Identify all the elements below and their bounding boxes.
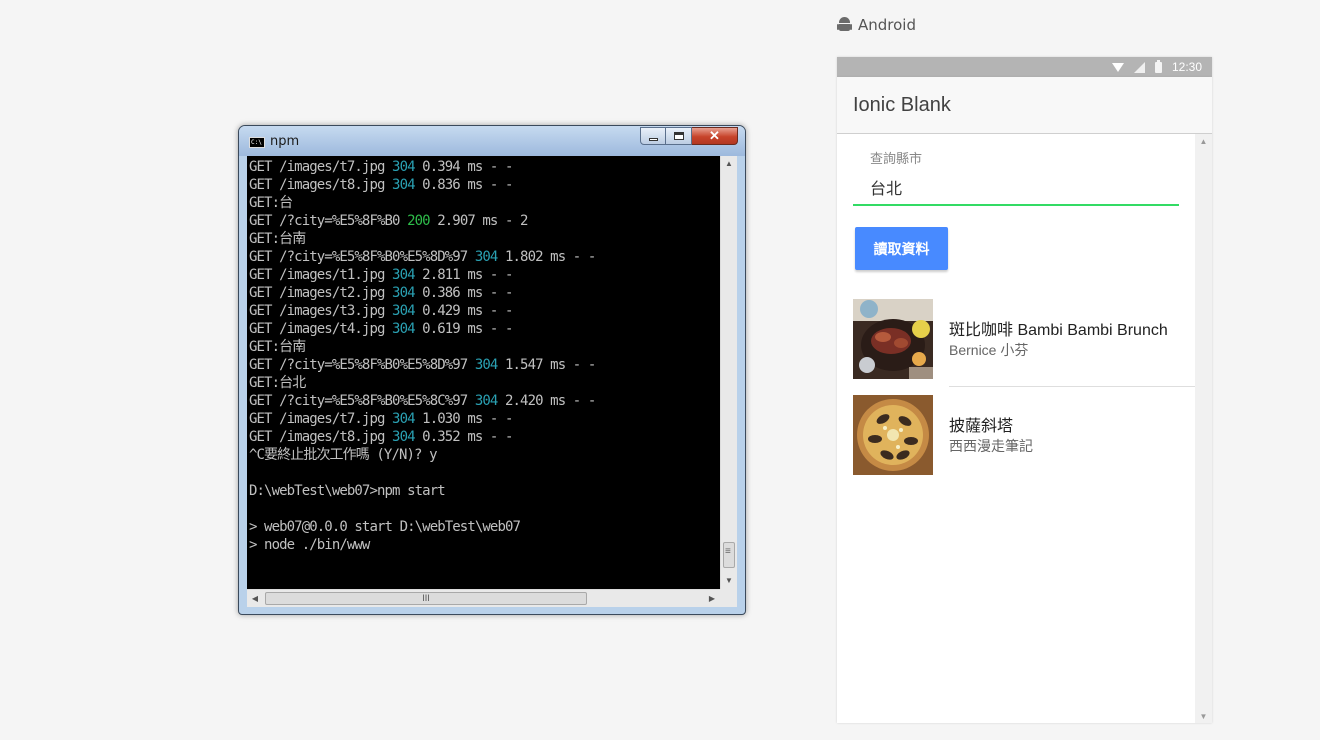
- status-code: 304: [474, 249, 498, 265]
- close-button[interactable]: ✕: [692, 127, 738, 145]
- wifi-icon: [1111, 62, 1124, 72]
- console-window[interactable]: C:\ npm ✕ GET /images/t7.jpg 304 0.394 m…: [238, 125, 746, 615]
- console-title: npm: [270, 134, 300, 149]
- status-code: 304: [392, 159, 415, 175]
- status-code: 200: [407, 213, 430, 229]
- console-line: GET /?city=%E5%8F%B0%E5%8D%97 304 1.802 …: [249, 249, 596, 265]
- close-icon: ✕: [709, 128, 720, 143]
- status-code: 304: [474, 393, 498, 409]
- android-icon: [837, 17, 852, 33]
- console-line: GET:台南: [249, 339, 306, 355]
- maximize-icon: [674, 132, 684, 140]
- console-line: ^C要終止批次工作嗎 (Y/N)? y: [249, 447, 438, 463]
- scroll-left-icon[interactable]: ◀: [247, 590, 263, 607]
- console-line: GET /images/t1.jpg 304 2.811 ms - -: [249, 267, 513, 283]
- status-code: 304: [392, 411, 415, 427]
- console-line: GET /images/t3.jpg 304 0.429 ms - -: [249, 303, 513, 319]
- minimize-button[interactable]: [640, 127, 666, 145]
- console-output[interactable]: GET /images/t7.jpg 304 0.394 ms - - GET /…: [247, 156, 719, 589]
- status-time: 12:30: [1171, 60, 1202, 74]
- console-vertical-scrollbar[interactable]: ▲ ▼: [720, 156, 737, 589]
- city-field-label: 查詢縣市: [870, 151, 923, 166]
- minimize-icon: [649, 138, 658, 141]
- console-line: GET:台南: [249, 231, 306, 247]
- android-device-frame: 12:30 Ionic Blank 查詢縣市 讀取資料: [837, 57, 1212, 723]
- console-horizontal-scrollbar[interactable]: ◀ III ▶: [247, 589, 720, 607]
- console-line: D:\webTest\web07>npm start: [249, 483, 446, 499]
- page-title: Ionic Blank: [853, 94, 951, 116]
- city-input[interactable]: [853, 170, 1179, 206]
- load-data-button[interactable]: 讀取資料: [855, 227, 948, 270]
- console-line: GET /images/t4.jpg 304 0.619 ms - -: [249, 321, 513, 337]
- list-item-subtitle: Bernice 小芬: [949, 342, 1029, 358]
- status-code: 304: [474, 357, 498, 373]
- page-scrollbar[interactable]: ▲ ▼: [1195, 134, 1212, 723]
- console-line: GET /images/t7.jpg 304 1.030 ms - -: [249, 411, 513, 427]
- console-line: GET /?city=%E5%8F%B0%E5%8C%97 304 2.420 …: [249, 393, 596, 409]
- battery-icon: [1154, 59, 1162, 73]
- scroll-right-icon[interactable]: ▶: [704, 590, 720, 607]
- list-item-title: 斑比咖啡 Bambi Bambi Brunch: [949, 322, 1168, 339]
- console-line: GET /?city=%E5%8F%B0%E5%8D%97 304 1.547 …: [249, 357, 596, 373]
- status-code: 304: [392, 321, 415, 337]
- maximize-button[interactable]: [666, 127, 692, 145]
- app-toolbar: Ionic Blank: [837, 77, 1212, 134]
- console-line: GET /images/t8.jpg 304 0.352 ms - -: [249, 429, 513, 445]
- cmd-icon: C:\: [249, 137, 265, 148]
- status-bar: 12:30: [837, 57, 1212, 77]
- console-body: GET /images/t7.jpg 304 0.394 ms - - GET /…: [247, 156, 737, 607]
- console-line: GET:台: [249, 195, 293, 211]
- resize-grip[interactable]: [720, 589, 737, 607]
- console-line: GET:台北: [249, 375, 306, 391]
- status-code: 304: [392, 303, 415, 319]
- console-titlebar[interactable]: C:\ npm ✕: [239, 126, 745, 156]
- scroll-up-icon[interactable]: ▲: [721, 156, 737, 172]
- brunch-food-photo: [853, 299, 933, 379]
- list-item[interactable]: 斑比咖啡 Bambi Bambi Brunch Bernice 小芬: [837, 299, 1195, 395]
- console-line: GET /?city=%E5%8F%B0 200 2.907 ms - 2: [249, 213, 528, 229]
- vertical-scroll-thumb[interactable]: [723, 542, 735, 568]
- console-line: GET /images/t7.jpg 304 0.394 ms - -: [249, 159, 513, 175]
- platform-name: Android: [858, 16, 916, 34]
- list-item-title: 披薩斜塔: [949, 418, 1014, 435]
- list-item-subtitle: 西西漫走筆記: [949, 438, 1033, 454]
- platform-label: Android: [837, 15, 916, 35]
- signal-icon: [1133, 61, 1145, 73]
- status-code: 304: [392, 429, 415, 445]
- console-line: GET /images/t2.jpg 304 0.386 ms - -: [249, 285, 513, 301]
- console-line: GET /images/t8.jpg 304 0.836 ms - -: [249, 177, 513, 193]
- horizontal-scroll-thumb[interactable]: III: [265, 592, 587, 605]
- status-code: 304: [392, 177, 415, 193]
- scroll-down-icon[interactable]: ▼: [1195, 712, 1212, 721]
- scroll-up-icon[interactable]: ▲: [1195, 137, 1212, 146]
- status-code: 304: [392, 285, 415, 301]
- status-code: 304: [392, 267, 415, 283]
- list-item[interactable]: 披薩斜塔 西西漫走筆記: [837, 395, 1195, 491]
- scroll-down-icon[interactable]: ▼: [721, 573, 737, 589]
- console-line: > node ./bin/www: [249, 537, 370, 553]
- pizza-photo: [853, 395, 933, 475]
- results-list: 斑比咖啡 Bambi Bambi Brunch Bernice 小芬 披薩斜塔 …: [837, 299, 1195, 491]
- app-content[interactable]: 查詢縣市 讀取資料: [837, 134, 1212, 723]
- console-line: > web07@0.0.0 start D:\webTest\web07: [249, 519, 521, 535]
- list-divider: [949, 386, 1195, 387]
